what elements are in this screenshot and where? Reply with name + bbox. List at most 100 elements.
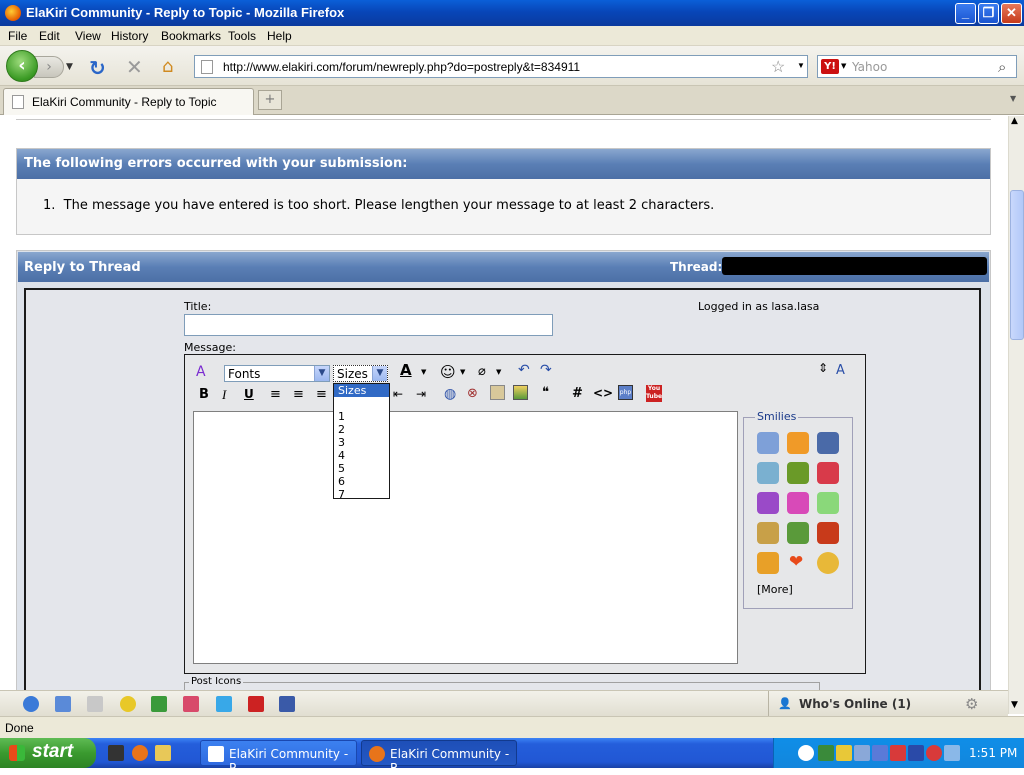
menu-help[interactable]: Help [267,29,292,43]
scroll-thumb[interactable] [1010,190,1024,340]
smiley-pink-icon[interactable] [787,492,809,514]
smiley-shocked-icon[interactable] [817,432,839,454]
message-textarea[interactable] [193,411,738,664]
minimize-button[interactable]: _ [955,3,976,24]
size-option[interactable] [334,397,389,410]
smiley-red-icon[interactable] [817,522,839,544]
size-option[interactable]: 7 [334,488,389,501]
smiley-tongue-icon[interactable] [787,522,809,544]
whos-online-button[interactable]: Who's Online (1) [799,697,911,711]
start-button[interactable]: start [0,738,96,768]
antivirus-icon[interactable] [890,745,906,761]
bluetooth-icon[interactable] [908,745,924,761]
scroll-up-icon[interactable]: ▲ [1011,116,1018,126]
tray-arrow-icon[interactable] [798,745,814,761]
smiley-orange-icon[interactable] [757,552,779,574]
insert-picture-icon[interactable] [513,385,528,400]
quicklaunch-firefox-icon[interactable] [132,745,148,761]
twitter-icon[interactable] [216,696,232,712]
stop-icon[interactable]: ✕ [126,55,143,79]
smiley-neutral-icon[interactable] [757,522,779,544]
taskbar-item-1[interactable]: ElaKiri Community - P... [200,740,357,775]
smiley-purple-icon[interactable] [757,492,779,514]
fonts-dropdown-icon[interactable]: ▼ [314,366,329,381]
switch-editor-mode-icon[interactable]: A [836,363,845,378]
menu-view[interactable]: View [75,29,101,43]
size-option[interactable]: 4 [334,449,389,462]
quicklaunch-desktop-icon[interactable] [108,745,124,761]
size-option[interactable]: 2 [334,423,389,436]
scroll-down-icon[interactable]: ▼ [1011,700,1018,710]
engine-dropdown-icon[interactable]: ▼ [841,62,846,70]
smiley-grin-icon[interactable] [787,432,809,454]
size-option[interactable]: 3 [334,436,389,449]
menu-history[interactable]: History [111,29,148,43]
menu-tools[interactable]: Tools [228,29,256,43]
media-player-icon[interactable] [926,745,942,761]
size-option[interactable]: Sizes [334,384,389,397]
attachment-dropdown-icon[interactable]: ▼ [496,368,501,376]
align-left-icon[interactable]: ≡ [270,387,281,402]
italic-button[interactable]: I [222,387,226,403]
insert-link-icon[interactable]: ◍ [444,386,456,402]
bookmark-share-icon[interactable] [183,696,199,712]
menu-bookmarks[interactable]: Bookmarks [161,29,221,43]
remove-link-icon[interactable]: ⊗ [467,386,478,401]
share-icon[interactable] [151,696,167,712]
quicklaunch-folder-icon[interactable] [155,745,171,761]
fonts-select[interactable]: Fonts ▼ [224,365,330,382]
outdent-icon[interactable]: ⇤ [393,387,403,401]
tab-reply-to-topic[interactable]: ElaKiri Community - Reply to Topic [3,88,254,115]
menu-edit[interactable]: Edit [39,29,60,43]
home-icon[interactable]: ⌂ [162,56,173,77]
comments-icon[interactable] [87,696,103,712]
heart-icon[interactable]: ❤ [789,552,803,572]
size-option[interactable]: 6 [334,475,389,488]
underline-button[interactable]: U [244,387,254,401]
vertical-scrollbar[interactable]: ▲ ▼ [1008,116,1024,714]
monitor-icon[interactable] [872,745,888,761]
sizes-select[interactable]: Sizes ▼ [333,365,388,382]
html-code-icon[interactable]: <> [593,386,613,400]
shield-icon[interactable] [836,745,852,761]
tray-icon[interactable] [818,745,834,761]
reload-icon[interactable]: ↻ [89,56,106,80]
globe-icon[interactable] [23,696,39,712]
forward-button[interactable]: › [34,56,64,78]
font-color-icon[interactable]: A [400,361,412,379]
smiley-icon[interactable]: ☺ [440,363,456,381]
smiley-sad-icon[interactable] [757,432,779,454]
menu-file[interactable]: File [8,29,27,43]
maximize-button[interactable]: ❐ [978,3,999,24]
yahoo-icon[interactable]: Y! [821,59,839,74]
php-code-icon[interactable]: php [618,385,633,400]
url-bar[interactable]: http://www.elakiri.com/forum/newreply.ph… [194,55,808,78]
smiley-frown-icon[interactable] [817,462,839,484]
smiley-glasses-icon[interactable] [757,462,779,484]
bookmark-star-icon[interactable]: ☆ [771,57,785,77]
radioactive-icon[interactable] [120,696,136,712]
tab-list-icon[interactable]: ▼ [1010,94,1016,103]
remove-format-icon[interactable]: A [196,364,206,380]
font-color-dropdown-icon[interactable]: ▼ [421,368,426,376]
search-input[interactable]: Y! ▼ Yahoo ⌕ [817,55,1017,78]
smiley-green-icon[interactable] [817,492,839,514]
new-tab-button[interactable]: + [258,90,282,110]
align-center-icon[interactable]: ≡ [293,387,304,402]
smiley-dropdown-icon[interactable]: ▼ [460,368,465,376]
title-input[interactable] [184,314,553,336]
smiley-happy-icon[interactable] [817,552,839,574]
back-button[interactable]: ‹ [6,50,38,82]
resize-editor-icon[interactable]: ⇕ [818,361,828,375]
quote-icon[interactable]: ❝ [542,385,549,400]
size-option[interactable]: 5 [334,462,389,475]
network-icon[interactable] [854,745,870,761]
align-right-icon[interactable]: ≡ [316,387,327,402]
redo-icon[interactable]: ↷ [540,362,552,378]
youtube-addon-icon[interactable] [248,696,264,712]
undo-icon[interactable]: ↶ [518,362,530,378]
bold-button[interactable]: B [199,387,209,402]
display-icon[interactable] [944,745,960,761]
youtube-icon[interactable]: You Tube [646,385,662,402]
facebook-icon[interactable] [279,696,295,712]
